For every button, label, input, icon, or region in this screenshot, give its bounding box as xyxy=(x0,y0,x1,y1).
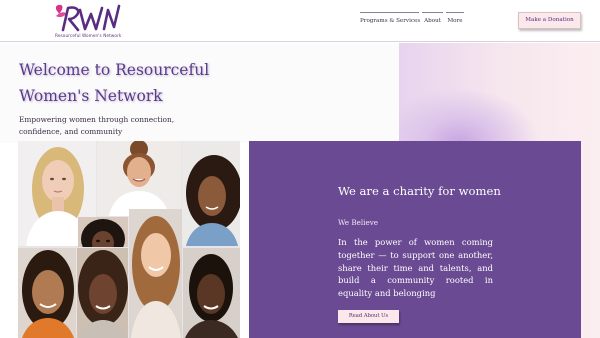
photo-woman-3 xyxy=(182,141,240,246)
photo-woman-2 xyxy=(97,141,181,216)
portrait-image-icon xyxy=(78,250,128,338)
panel-subtitle: We Believe xyxy=(338,218,379,227)
hero-subtitle: Empowering women through connection, con… xyxy=(19,115,175,136)
hero-title-line1: Welcome to Resourceful xyxy=(19,61,210,79)
read-about-us-button[interactable]: Read About Us xyxy=(338,310,399,323)
nav-programs-services[interactable]: Programs & Services xyxy=(360,12,420,29)
donate-button[interactable]: Make a Donation xyxy=(518,12,581,29)
logo[interactable]: Resourceful Women's Network xyxy=(52,2,124,40)
logo-mark-icon xyxy=(55,4,121,32)
logo-tagline: Resourceful Women's Network xyxy=(55,33,122,38)
site-header: Resourceful Women's Network Programs & S… xyxy=(0,0,600,42)
portrait-image-icon xyxy=(109,141,169,216)
panel-body-text: In the power of women coming together — … xyxy=(338,237,493,299)
portrait-image-icon xyxy=(186,155,240,246)
hero-title-line2: Women's Network xyxy=(19,87,163,105)
nav-about[interactable]: About xyxy=(422,12,443,29)
photo-woman-4 xyxy=(78,217,128,247)
portrait-image-icon xyxy=(22,250,74,338)
photo-collage xyxy=(18,141,240,338)
photo-woman-8 xyxy=(183,248,240,338)
portrait-image-icon xyxy=(185,254,238,338)
photo-woman-7 xyxy=(77,248,128,338)
photo-woman-5 xyxy=(129,209,182,338)
portrait-image-icon xyxy=(131,216,181,338)
photo-woman-6 xyxy=(18,248,76,338)
panel-title: We are a charity for women xyxy=(338,184,501,198)
portrait-image-icon xyxy=(81,219,125,247)
nav-more[interactable]: More xyxy=(446,12,464,29)
